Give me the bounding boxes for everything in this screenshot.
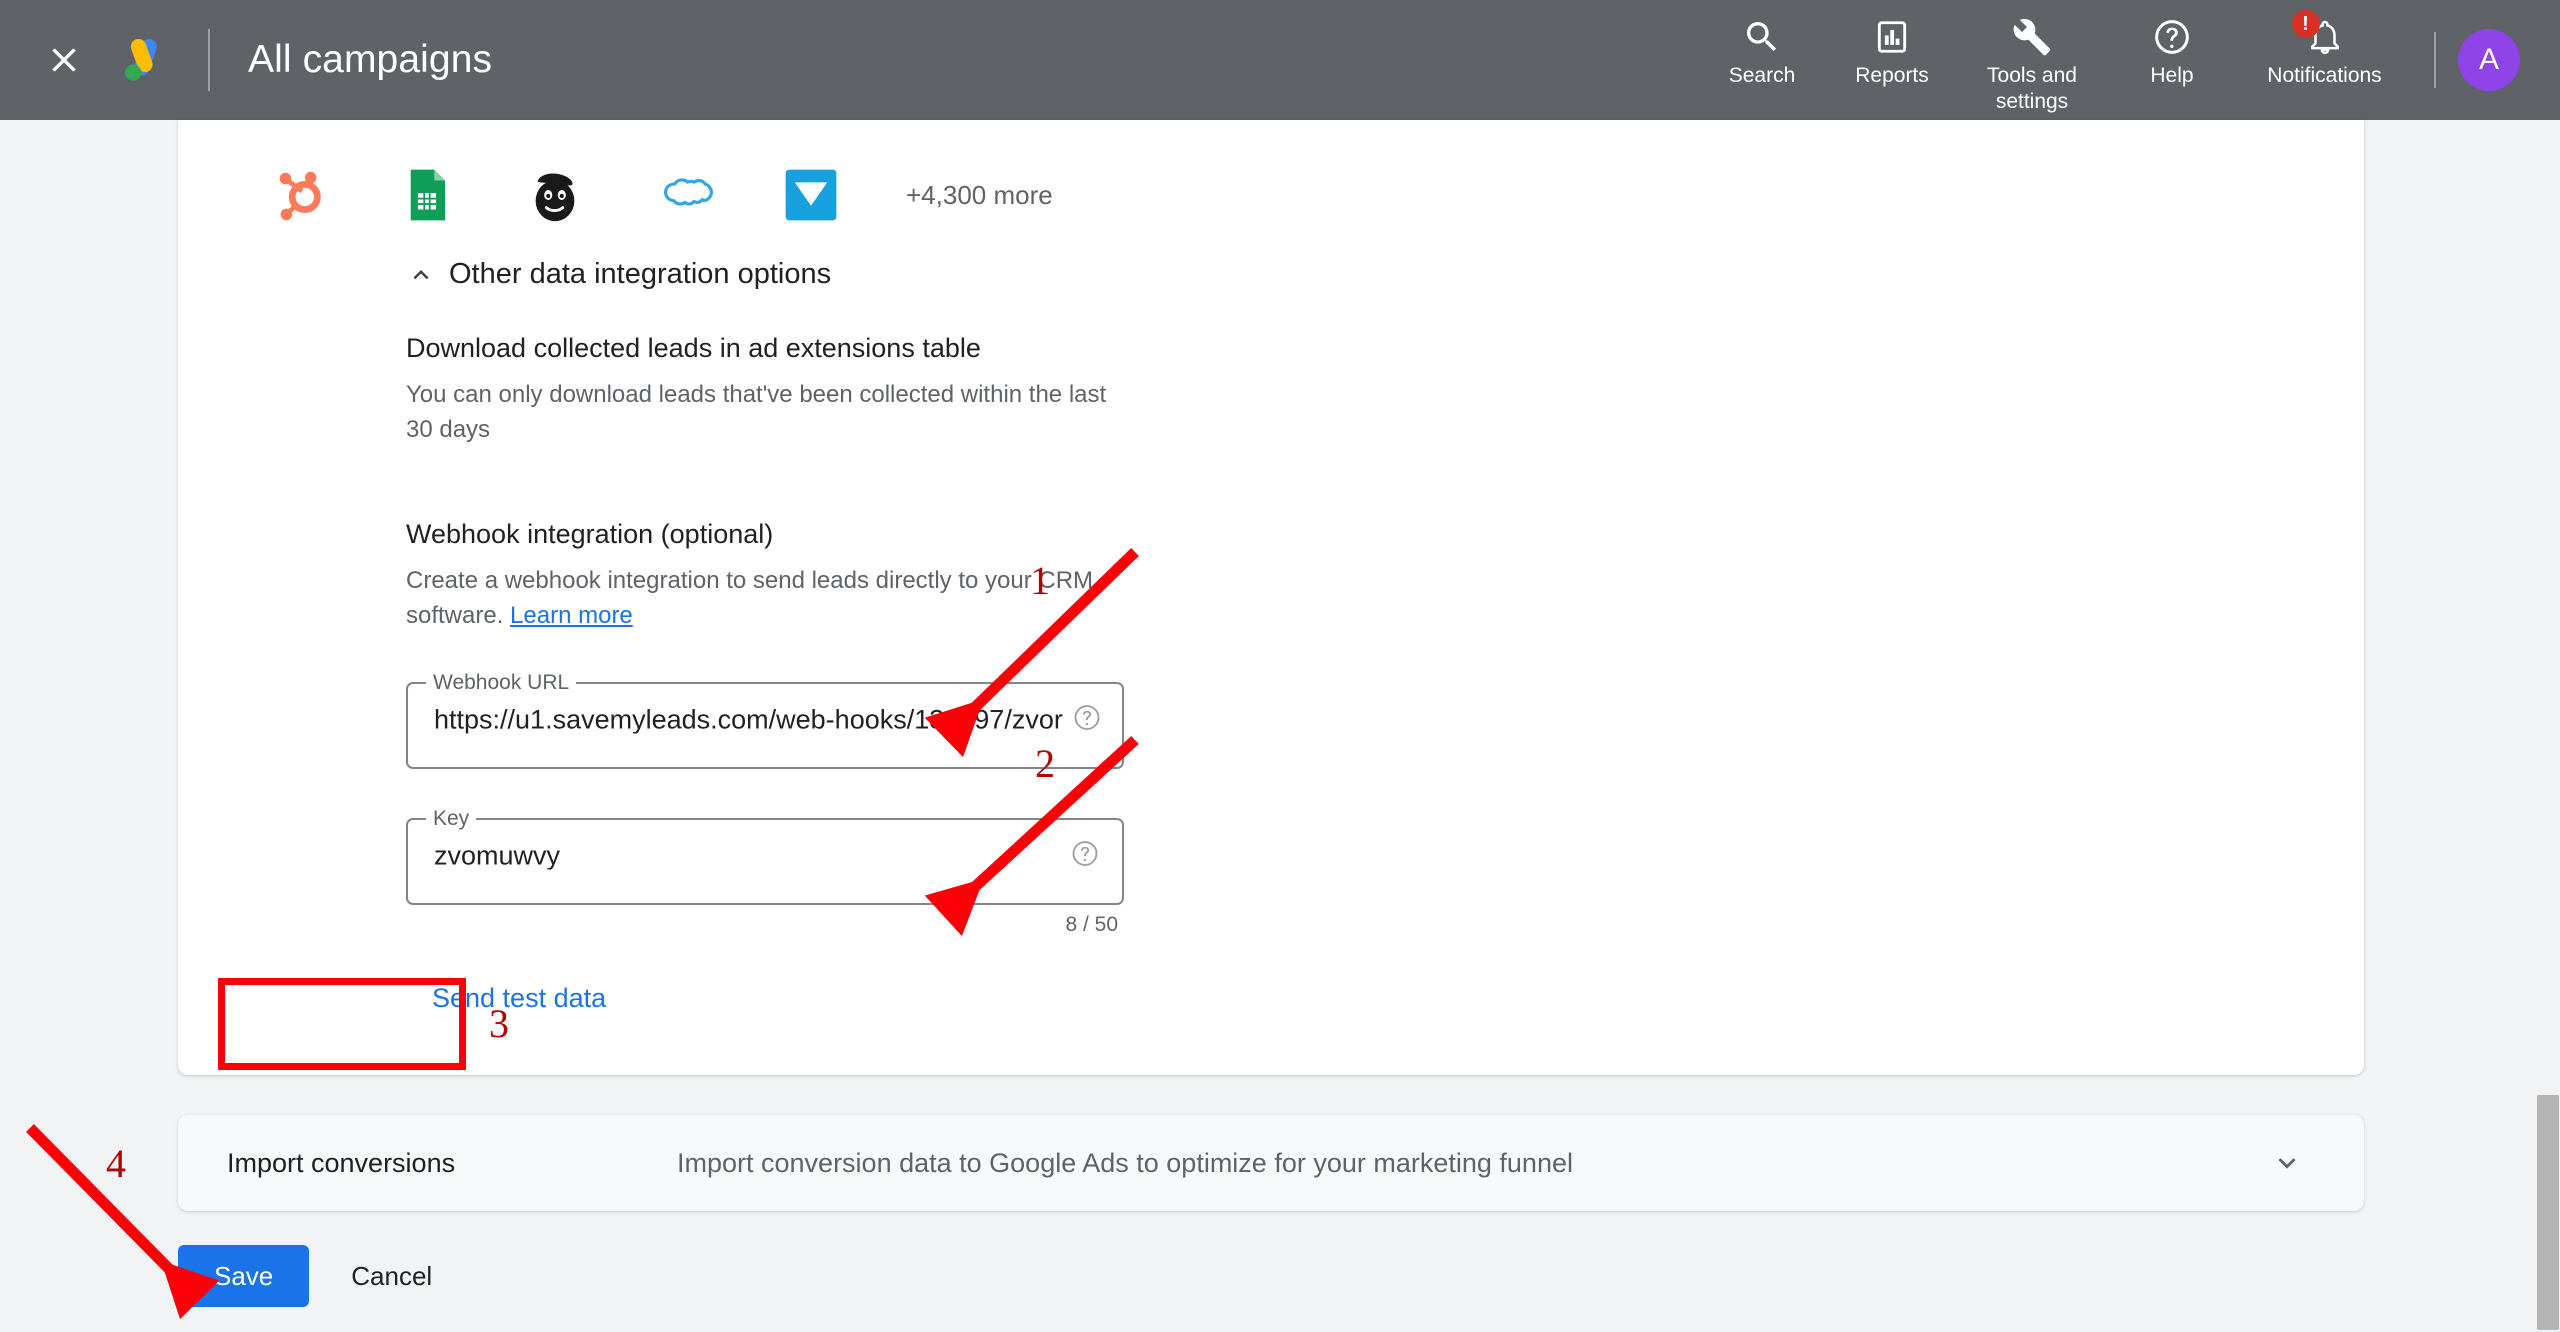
webhook-url-input[interactable]: https://u1.savemyleads.com/web-hooks/131… bbox=[434, 707, 1074, 734]
cancel-button[interactable]: Cancel bbox=[351, 1261, 432, 1292]
top-nav: Search Reports Tools and settings Help !… bbox=[1697, 0, 2412, 120]
chevron-down-icon[interactable] bbox=[2270, 1146, 2304, 1180]
form-actions: Save Cancel bbox=[178, 1245, 432, 1307]
google-sheets-icon[interactable] bbox=[388, 156, 466, 234]
save-button[interactable]: Save bbox=[178, 1245, 310, 1307]
webhook-key-input[interactable]: zvomuwvy bbox=[434, 843, 1074, 870]
nav-label-tools-and-settings: Tools and settings bbox=[1987, 64, 2077, 113]
learn-more-link[interactable]: Learn more bbox=[510, 602, 633, 629]
download-leads-title: Download collected leads in ad extension… bbox=[406, 333, 981, 363]
send-test-data-button[interactable]: Send test data bbox=[418, 971, 620, 1026]
more-integrations-label: +4,300 more bbox=[906, 179, 1053, 210]
search-icon bbox=[1742, 14, 1782, 60]
google-ads-logo[interactable] bbox=[114, 30, 174, 90]
nav-label-notifications: Notifications bbox=[2267, 64, 2382, 87]
close-button[interactable] bbox=[36, 32, 92, 88]
nav-item-notifications[interactable]: ! Notifications bbox=[2237, 10, 2412, 89]
mailchimp-icon[interactable] bbox=[516, 156, 594, 234]
other-data-integration-options-label: Other data integration options bbox=[449, 258, 832, 290]
close-icon bbox=[44, 40, 84, 80]
integration-icons-row: +4,300 more bbox=[178, 120, 2364, 240]
annotation-number-4: 4 bbox=[106, 1141, 126, 1186]
notification-badge: ! bbox=[2291, 10, 2320, 38]
scrollbar-track[interactable] bbox=[2536, 120, 2560, 1332]
top-app-bar: All campaigns Search Reports Tools and s… bbox=[0, 0, 2560, 120]
title-divider bbox=[208, 29, 210, 91]
scrollbar-thumb[interactable] bbox=[2537, 1095, 2559, 1330]
nav-label-reports: Reports bbox=[1855, 64, 1929, 87]
nav-item-help[interactable]: Help bbox=[2107, 14, 2237, 89]
nav-label-help: Help bbox=[2150, 64, 2194, 87]
webhook-integration-section: Webhook integration (optional) Create a … bbox=[178, 519, 2364, 1026]
webhook-description: Create a webhook integration to send lea… bbox=[406, 563, 1121, 633]
import-conversions-label: Import conversions bbox=[227, 1147, 456, 1178]
import-conversions-row[interactable]: Import conversions Import conversion dat… bbox=[178, 1115, 2364, 1211]
nav-item-tools-and-settings[interactable]: Tools and settings bbox=[1957, 14, 2107, 115]
webhook-url-field[interactable]: Webhook URL https://u1.savemyleads.com/w… bbox=[406, 671, 1124, 769]
webhook-url-label: Webhook URL bbox=[433, 671, 570, 694]
avatar-divider bbox=[2434, 32, 2436, 88]
campaign-monitor-icon[interactable] bbox=[772, 156, 850, 234]
other-data-integration-options-toggle[interactable]: Other data integration options bbox=[178, 258, 2364, 291]
webhook-key-field[interactable]: Key zvomuwvy bbox=[406, 807, 1124, 905]
help-circle-icon[interactable] bbox=[1072, 703, 1102, 738]
reports-bar-chart-icon bbox=[1873, 14, 1911, 60]
avatar[interactable]: A bbox=[2458, 29, 2520, 91]
download-leads-section: Download collected leads in ad extension… bbox=[178, 333, 2364, 447]
download-leads-description: You can only download leads that've been… bbox=[406, 381, 1107, 443]
bell-icon: ! bbox=[2291, 10, 2344, 60]
salesforce-icon[interactable] bbox=[644, 156, 722, 234]
hubspot-icon[interactable] bbox=[260, 156, 338, 234]
webhook-title: Webhook integration (optional) bbox=[406, 519, 774, 549]
wrench-icon bbox=[2012, 14, 2052, 60]
page-title: All campaigns bbox=[248, 38, 493, 81]
import-conversions-description: Import conversion data to Google Ads to … bbox=[677, 1147, 1573, 1178]
lead-form-settings-card: +4,300 more Other data integration optio… bbox=[178, 120, 2364, 1075]
nav-item-search[interactable]: Search bbox=[1697, 14, 1827, 89]
webhook-key-label: Key bbox=[433, 807, 470, 830]
chevron-up-icon bbox=[406, 260, 436, 290]
help-circle-icon[interactable] bbox=[1070, 838, 1100, 874]
key-character-counter: 8 / 50 bbox=[1065, 913, 1118, 936]
help-question-icon bbox=[2152, 14, 2192, 60]
nav-label-search: Search bbox=[1728, 64, 1796, 87]
nav-item-reports[interactable]: Reports bbox=[1827, 14, 1957, 89]
